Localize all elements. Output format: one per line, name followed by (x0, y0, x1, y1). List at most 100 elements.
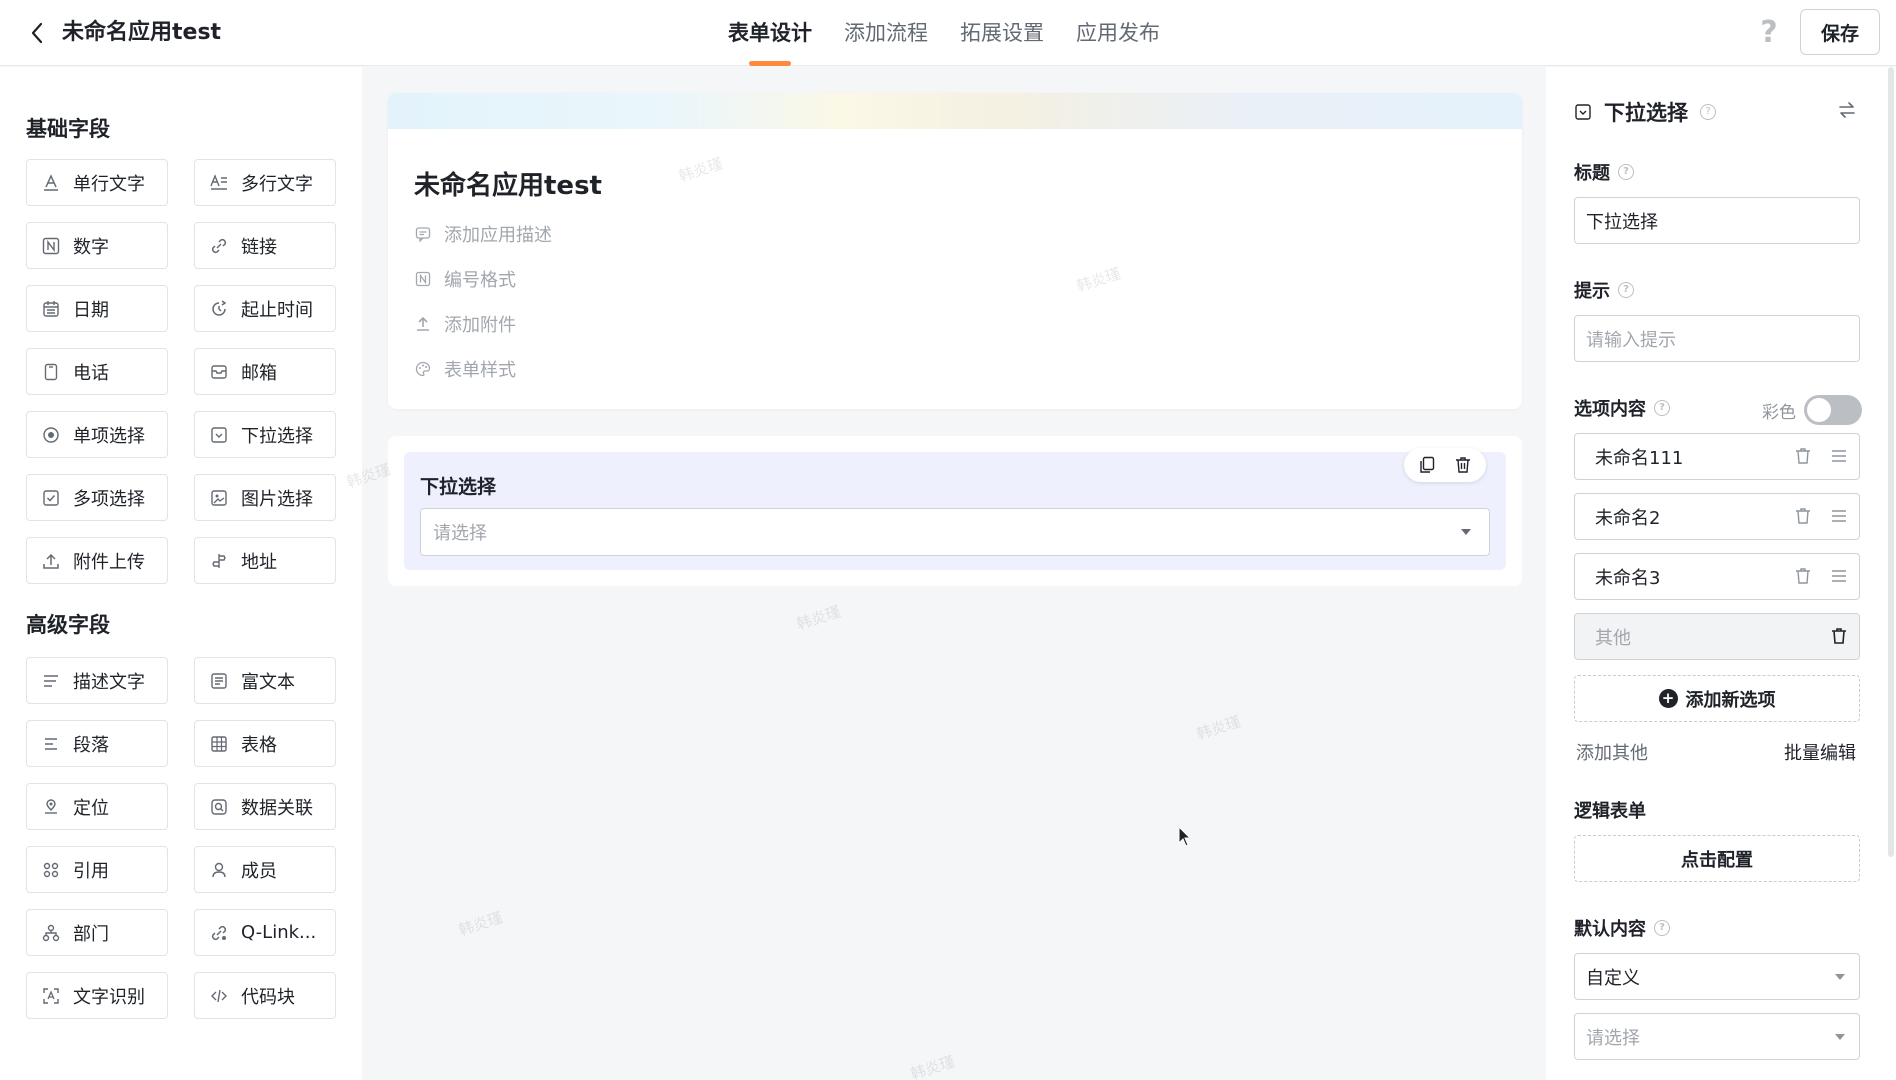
help-circle-icon[interactable]: ? (1618, 282, 1634, 298)
field-ocr[interactable]: 文字识别 (26, 972, 168, 1019)
field-phone[interactable]: 电话 (26, 348, 168, 395)
field-department[interactable]: 部门 (26, 909, 168, 956)
field-checkbox[interactable]: 多项选择 (26, 474, 168, 521)
add-attachment-link[interactable]: 添加附件 (414, 311, 516, 337)
field-single-line-text[interactable]: 单行文字 (26, 159, 168, 206)
field-code-block[interactable]: 代码块 (194, 972, 336, 1019)
field-reference[interactable]: 引用 (26, 846, 168, 893)
trash-icon[interactable] (1829, 626, 1849, 646)
field-label: 邮箱 (241, 362, 277, 384)
field-data-relation[interactable]: 数据关联 (194, 783, 336, 830)
location-icon (41, 797, 61, 817)
add-other-link[interactable]: 添加其他 (1576, 739, 1648, 765)
field-label: 起止时间 (241, 299, 313, 321)
field-paragraph[interactable]: 段落 (26, 720, 168, 767)
field-member[interactable]: 成员 (194, 846, 336, 893)
dropdown-field-selected[interactable]: 下拉选择 请选择 (404, 448, 1506, 570)
option-item[interactable]: 未命名3 (1574, 553, 1860, 600)
trash-icon[interactable] (1793, 566, 1813, 586)
field-image-select[interactable]: 图片选择 (194, 474, 336, 521)
field-multi-line-text[interactable]: 多行文字 (194, 159, 336, 206)
hint-label-text: 提示 (1574, 281, 1610, 302)
user-icon (209, 860, 229, 880)
field-number[interactable]: 数字 (26, 222, 168, 269)
hint-input[interactable]: 请输入提示 (1574, 315, 1860, 362)
field-label: 下拉选择 (241, 425, 313, 447)
option-item[interactable]: 未命名2 (1574, 493, 1860, 540)
radio-icon (41, 425, 61, 445)
copy-icon[interactable] (1412, 451, 1442, 479)
title-label: 标题 ? (1574, 159, 1634, 185)
trash-icon[interactable] (1793, 506, 1813, 526)
add-option-button[interactable]: + 添加新选项 (1574, 675, 1860, 722)
swap-icon[interactable] (1836, 99, 1858, 121)
watermark: 韩炎瑾 (456, 908, 505, 940)
number-icon (41, 236, 61, 256)
dropdown-select[interactable]: 请选择 (420, 508, 1490, 556)
add-description-link[interactable]: 添加应用描述 (414, 221, 552, 247)
field-label: Q-Link... (241, 922, 317, 943)
drag-handle-icon[interactable] (1829, 566, 1849, 586)
tab-publish[interactable]: 应用发布 (1076, 0, 1160, 66)
help-circle-icon[interactable]: ? (1700, 104, 1716, 120)
save-button[interactable]: 保存 (1800, 9, 1880, 55)
drag-handle-icon[interactable] (1829, 506, 1849, 526)
default-value-select[interactable]: 请选择 (1574, 1013, 1860, 1060)
option-label: 未命名111 (1595, 447, 1684, 469)
field-location[interactable]: 定位 (26, 783, 168, 830)
field-q-link[interactable]: Q-Link... (194, 909, 336, 956)
help-circle-icon[interactable]: ? (1654, 920, 1670, 936)
advanced-fields-grid: 描述文字 富文本 段落 表格 定位 数据关联 引用 成员 部门 Q-Link..… (26, 657, 336, 1019)
form-title[interactable]: 未命名应用test (414, 165, 602, 202)
form-banner (388, 93, 1522, 129)
field-label: 代码块 (241, 986, 295, 1008)
field-label: 引用 (73, 860, 109, 882)
add-option-label: 添加新选项 (1685, 689, 1776, 711)
default-mode-select[interactable]: 自定义 (1574, 953, 1860, 1000)
select-placeholder: 请选择 (433, 523, 487, 544)
help-circle-icon[interactable]: ? (1654, 400, 1670, 416)
document-icon (209, 671, 229, 691)
field-table[interactable]: 表格 (194, 720, 336, 767)
field-label: 数据关联 (241, 797, 313, 819)
option-item[interactable]: 未命名111 (1574, 433, 1860, 480)
upload-icon (414, 315, 432, 333)
form-style-link[interactable]: 表单样式 (414, 356, 516, 382)
options-label-text: 选项内容 (1574, 399, 1646, 420)
batch-edit-link[interactable]: 批量编辑 (1784, 739, 1856, 765)
trash-icon[interactable] (1793, 446, 1813, 466)
back-button[interactable] (22, 18, 52, 48)
delete-icon[interactable] (1448, 451, 1478, 479)
scrollbar[interactable] (1888, 67, 1894, 857)
tab-add-flow[interactable]: 添加流程 (844, 0, 928, 66)
meta-label: 添加应用描述 (444, 225, 552, 246)
field-attachment[interactable]: 附件上传 (26, 537, 168, 584)
help-circle-icon[interactable]: ? (1618, 164, 1634, 180)
other-option-item[interactable]: 其他 (1574, 613, 1860, 660)
tab-form-design[interactable]: 表单设计 (728, 0, 812, 66)
title-input[interactable]: 下拉选择 (1574, 197, 1860, 244)
option-label: 其他 (1595, 627, 1631, 649)
field-dropdown[interactable]: 下拉选择 (194, 411, 336, 458)
help-icon[interactable]: ? (1754, 17, 1784, 49)
caret-down-icon (1835, 974, 1845, 980)
field-link[interactable]: 链接 (194, 222, 336, 269)
field-email[interactable]: 邮箱 (194, 348, 336, 395)
tab-extension-settings[interactable]: 拓展设置 (960, 0, 1044, 66)
color-toggle[interactable] (1804, 395, 1862, 425)
field-radio[interactable]: 单项选择 (26, 411, 168, 458)
phone-icon (41, 362, 61, 382)
field-rich-text[interactable]: 富文本 (194, 657, 336, 704)
palette-icon (414, 360, 432, 378)
number-format-link[interactable]: 编号格式 (414, 266, 516, 292)
form-header-card[interactable]: 未命名应用test 添加应用描述 编号格式 添加附件 表单样式 (388, 93, 1522, 409)
top-header: 未命名应用test 表单设计 添加流程 拓展设置 应用发布 ? 保存 (0, 0, 1896, 66)
watermark: 韩炎瑾 (908, 1052, 957, 1080)
configure-logic-button[interactable]: 点击配置 (1574, 835, 1860, 882)
drag-handle-icon[interactable] (1829, 446, 1849, 466)
field-label: 单项选择 (73, 425, 145, 447)
field-date-range[interactable]: 起止时间 (194, 285, 336, 332)
field-address[interactable]: 地址 (194, 537, 336, 584)
field-date[interactable]: 日期 (26, 285, 168, 332)
field-description-text[interactable]: 描述文字 (26, 657, 168, 704)
